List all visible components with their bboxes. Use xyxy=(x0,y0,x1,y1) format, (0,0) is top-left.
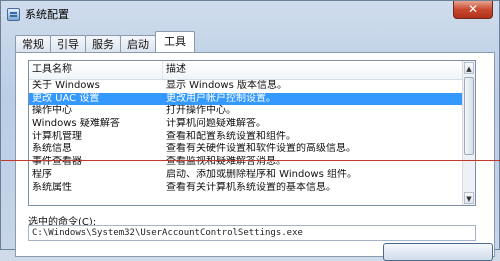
selected-command-field[interactable]: C:\Windows\System32\UserAccountControlSe… xyxy=(28,225,476,241)
tools-list-scrollbar[interactable]: ▲ ▼ xyxy=(462,61,475,205)
tool-name: 系统属性 xyxy=(32,181,72,193)
tool-description: 打开操作中心。 xyxy=(166,105,236,117)
tool-description: 显示 Windows 版本信息。 xyxy=(166,80,287,91)
tool-name: Windows 疑难解答 xyxy=(32,118,120,130)
tool-description: 查看有关硬件设置和软件设置的高级信息。 xyxy=(166,143,356,155)
tool-description: 启动、添加或删除程序和 Windows 组件。 xyxy=(166,168,357,180)
launch-button[interactable] xyxy=(383,243,493,261)
tool-name: 关于 Windows xyxy=(32,80,100,91)
tool-row[interactable]: Windows 疑难解答 计算机问题疑难解答。 xyxy=(29,118,475,131)
tab-startup[interactable]: 启动 xyxy=(120,35,156,52)
tab-tools[interactable]: 工具 xyxy=(155,31,195,52)
close-button[interactable]: ✕ xyxy=(453,1,493,19)
tool-name: 系统信息 xyxy=(32,143,72,155)
tool-description: 查看有关计算机系统设置的基本信息。 xyxy=(166,181,336,193)
tool-row[interactable]: 系统属性 查看有关计算机系统设置的基本信息。 xyxy=(29,182,475,195)
scroll-down-arrow-icon[interactable]: ▼ xyxy=(464,192,474,204)
tab-boot[interactable]: 引导 xyxy=(50,35,86,52)
tool-name: 程序 xyxy=(32,168,52,180)
system-config-window: 系统配置 ✕ 常规 引导 服务 启动 工具 工具名称 描述 关于 Windows… xyxy=(0,0,500,261)
system-config-icon xyxy=(7,7,20,21)
column-header-tool-name[interactable]: 工具名称 xyxy=(29,61,163,79)
scrollbar-thumb[interactable] xyxy=(464,77,474,155)
scroll-up-arrow-icon[interactable]: ▲ xyxy=(464,62,474,74)
tool-row[interactable]: 操作中心 打开操作中心。 xyxy=(29,105,475,118)
tool-name: 操作中心 xyxy=(32,105,72,117)
tool-description: 计算机问题疑难解答。 xyxy=(166,118,266,130)
tab-general[interactable]: 常规 xyxy=(15,35,51,52)
tool-row[interactable]: 事件查看器 查看监视和疑难解答消息。 xyxy=(29,156,475,169)
tools-list[interactable]: 工具名称 描述 关于 Windows 显示 Windows 版本信息。 更改 U… xyxy=(28,60,476,206)
tool-name: 计算机管理 xyxy=(32,130,82,142)
tool-row-selected[interactable]: 更改 UAC 设置 更改用户帐户控制设置。 xyxy=(29,92,475,106)
window-title: 系统配置 xyxy=(25,8,69,21)
annotation-line xyxy=(1,160,500,161)
tool-description: 查看和配置系统设置和组件。 xyxy=(166,130,296,142)
tab-services[interactable]: 服务 xyxy=(85,35,121,52)
tool-description: 更改用户帐户控制设置。 xyxy=(166,92,276,104)
tool-row[interactable]: 计算机管理 查看和配置系统设置和组件。 xyxy=(29,131,475,144)
tool-name: 事件查看器 xyxy=(32,156,82,168)
tool-name: 更改 UAC 设置 xyxy=(32,92,100,104)
tool-description: 查看监视和疑难解答消息。 xyxy=(166,156,286,168)
column-header-description[interactable]: 描述 xyxy=(163,61,475,79)
tool-row[interactable]: 关于 Windows 显示 Windows 版本信息。 xyxy=(29,80,475,93)
tools-list-header: 工具名称 描述 xyxy=(29,61,475,80)
tab-strip: 常规 引导 服务 启动 工具 xyxy=(15,31,195,52)
title-bar[interactable]: 系统配置 ✕ xyxy=(1,1,499,27)
tool-row[interactable]: 系统信息 查看有关硬件设置和软件设置的高级信息。 xyxy=(29,143,475,156)
tool-row[interactable]: 程序 启动、添加或删除程序和 Windows 组件。 xyxy=(29,169,475,182)
